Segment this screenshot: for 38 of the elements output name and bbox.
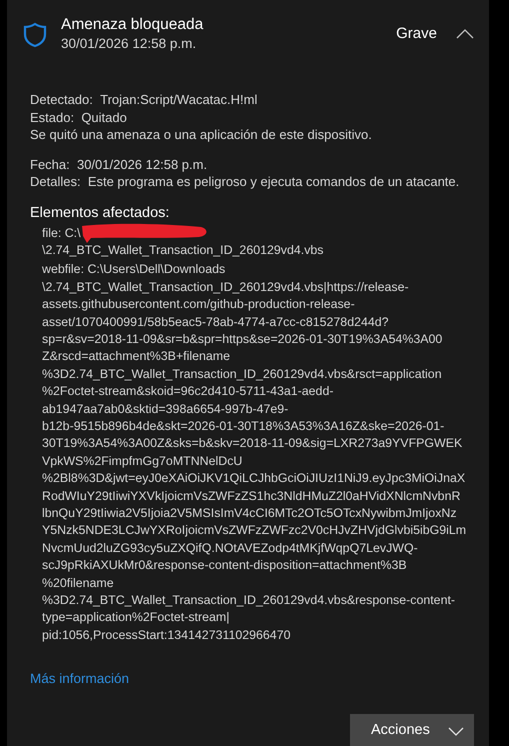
severity-label: Grave bbox=[396, 24, 437, 44]
notification-date: 30/01/2026 12:58 p.m. bbox=[61, 35, 198, 53]
affected-item-text: b12b-9515b896b4de&skt=2026-01-30T18%3A53%3A16Z&ske=2026-01- bbox=[42, 418, 444, 435]
affected-item-text: sp=r&sv=2018-11-09&sr=b&spr=https&se=2026-01-30T19%3A54%3A00 bbox=[42, 330, 442, 348]
affected-item-text: \2.74_BTC_Wallet_Transaction_ID_260129vd4.vbs|https://release- bbox=[42, 278, 409, 296]
section-heading: Elementos afectados: bbox=[30, 204, 170, 222]
affected-item-text: webfile: C:\Users\Dell\Downloads bbox=[42, 261, 226, 278]
affected-item-text: type=application%2Foctet-stream| bbox=[42, 609, 230, 626]
affected-item-text: Z&rscd=attachment%3B+filename bbox=[42, 348, 230, 366]
more-info-link[interactable]: Más información bbox=[30, 669, 130, 690]
actions-button[interactable]: Acciones bbox=[350, 714, 474, 746]
chevron-icon bbox=[456, 29, 474, 40]
detail-text: Detectado: Trojan:Script/Wacatac.H!ml bbox=[30, 91, 258, 108]
affected-item-text: %20filename bbox=[42, 574, 114, 592]
detail-text: Se quitó una amenaza o una aplicación de este dispositivo. bbox=[30, 126, 373, 144]
affected-item-text: scJ9pRkiAXUkMr0&response-content-disposition=attachment%3B bbox=[42, 557, 407, 574]
affected-item-text: 30T19%3A54%3A00Z&sks=b&skv=2018-11-09&sig=LXR273a9YVFPGWEK bbox=[42, 435, 462, 452]
affected-item-text: RodWIuY29tIiwiYXVkIjoicmVsZWFzZS1hc3NldHMuZ2l0aHVidXNlcmNvbnR bbox=[42, 488, 460, 505]
affected-item-text: VpkWS%2FimpfmGg7oMTNNelDcU bbox=[42, 452, 242, 470]
shield-icon bbox=[23, 22, 47, 48]
affected-item-text: NvcmUud2luZG93cy5uZXQifQ.NOtAVEZodp4tMKjfWqpQ7LevJWQ- bbox=[42, 540, 418, 557]
affected-item-text: %2Bl8%3D&jwt=eyJ0eXAiOiJKV1QiLCJhbGciOiJIUzI1NiJ9.eyJpc3MiOiJnaX bbox=[42, 470, 466, 488]
notification-title: Amenaza bloqueada bbox=[61, 15, 204, 35]
affected-item-text: assets.githubusercontent.com/github-production-release- bbox=[42, 296, 355, 314]
affected-item-text: ab1947aa7ab0&sktid=398a6654-997b-47e9- bbox=[42, 400, 288, 418]
affected-item-text: %2Foctet-stream&skoid=96c2d410-5711-43a1-aedd- bbox=[42, 383, 334, 400]
affected-item-text: Y5Nzk5NDE3LCJwYXRoIjoicmVsZWFzZWFzc2V0cHJvZHVjdGlvbi5ibG9iLm bbox=[42, 522, 466, 540]
affected-item-text: \2.74_BTC_Wallet_Transaction_ID_260129vd4.vbs bbox=[42, 242, 324, 259]
affected-item-text: pid:1056,ProcessStart:134142731102966470 bbox=[42, 626, 290, 644]
chevron-icon bbox=[448, 726, 464, 736]
affected-item-text: asset/1070400991/58b5eac5-78ab-4774-a7cc-c815278d244d? bbox=[42, 314, 389, 331]
affected-item-text: %3D2.74_BTC_Wallet_Transaction_ID_260129vd4.vbs&rsct=application bbox=[42, 366, 442, 383]
detail-text: Fecha: 30/01/2026 12:58 p.m. bbox=[30, 156, 208, 173]
detail-text: Detalles: Este programa es peligroso y ejecuta comandos de un atacante. bbox=[30, 173, 460, 190]
affected-item-text: file: C:\ bbox=[42, 224, 81, 242]
affected-item-text: lbnQuY29tIiwia2V5Ijoia2V5MSIsImV4cCI6MTc2OTc5OTcxNywibmJmIjoxNz bbox=[42, 505, 457, 522]
affected-item-text: %3D2.74_BTC_Wallet_Transaction_ID_260129vd4.vbs&response-content- bbox=[42, 592, 456, 610]
detail-text: Estado: Quitado bbox=[30, 108, 128, 126]
